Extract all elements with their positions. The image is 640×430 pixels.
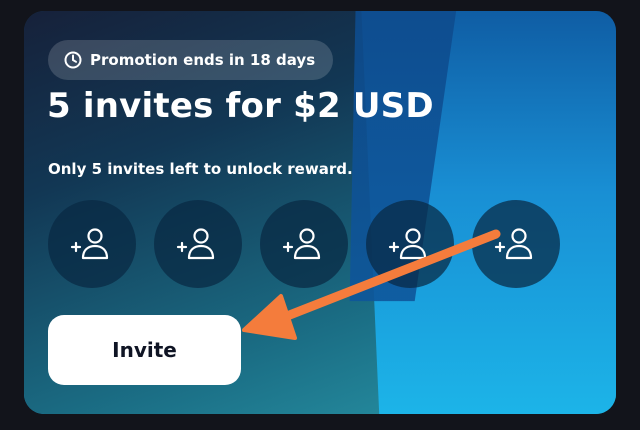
invite-slot-1[interactable] <box>48 200 136 288</box>
invite-slot-5[interactable] <box>472 200 560 288</box>
add-person-icon <box>280 224 328 264</box>
add-person-icon <box>492 224 540 264</box>
page: Promotion ends in 18 days 5 invites for … <box>0 0 640 430</box>
clock-icon <box>64 51 82 69</box>
add-person-icon <box>174 224 222 264</box>
add-person-icon <box>386 224 434 264</box>
invite-button[interactable]: Invite <box>48 315 241 385</box>
invite-slot-2[interactable] <box>154 200 242 288</box>
headline: 5 invites for $2 USD <box>47 86 434 126</box>
invites-remaining-text: Only 5 invites left to unlock reward. <box>48 160 353 178</box>
invite-slot-4[interactable] <box>366 200 454 288</box>
promotion-text: Promotion ends in 18 days <box>90 51 316 69</box>
promotion-badge: Promotion ends in 18 days <box>48 40 334 80</box>
add-person-icon <box>68 224 116 264</box>
invite-slot-3[interactable] <box>260 200 348 288</box>
